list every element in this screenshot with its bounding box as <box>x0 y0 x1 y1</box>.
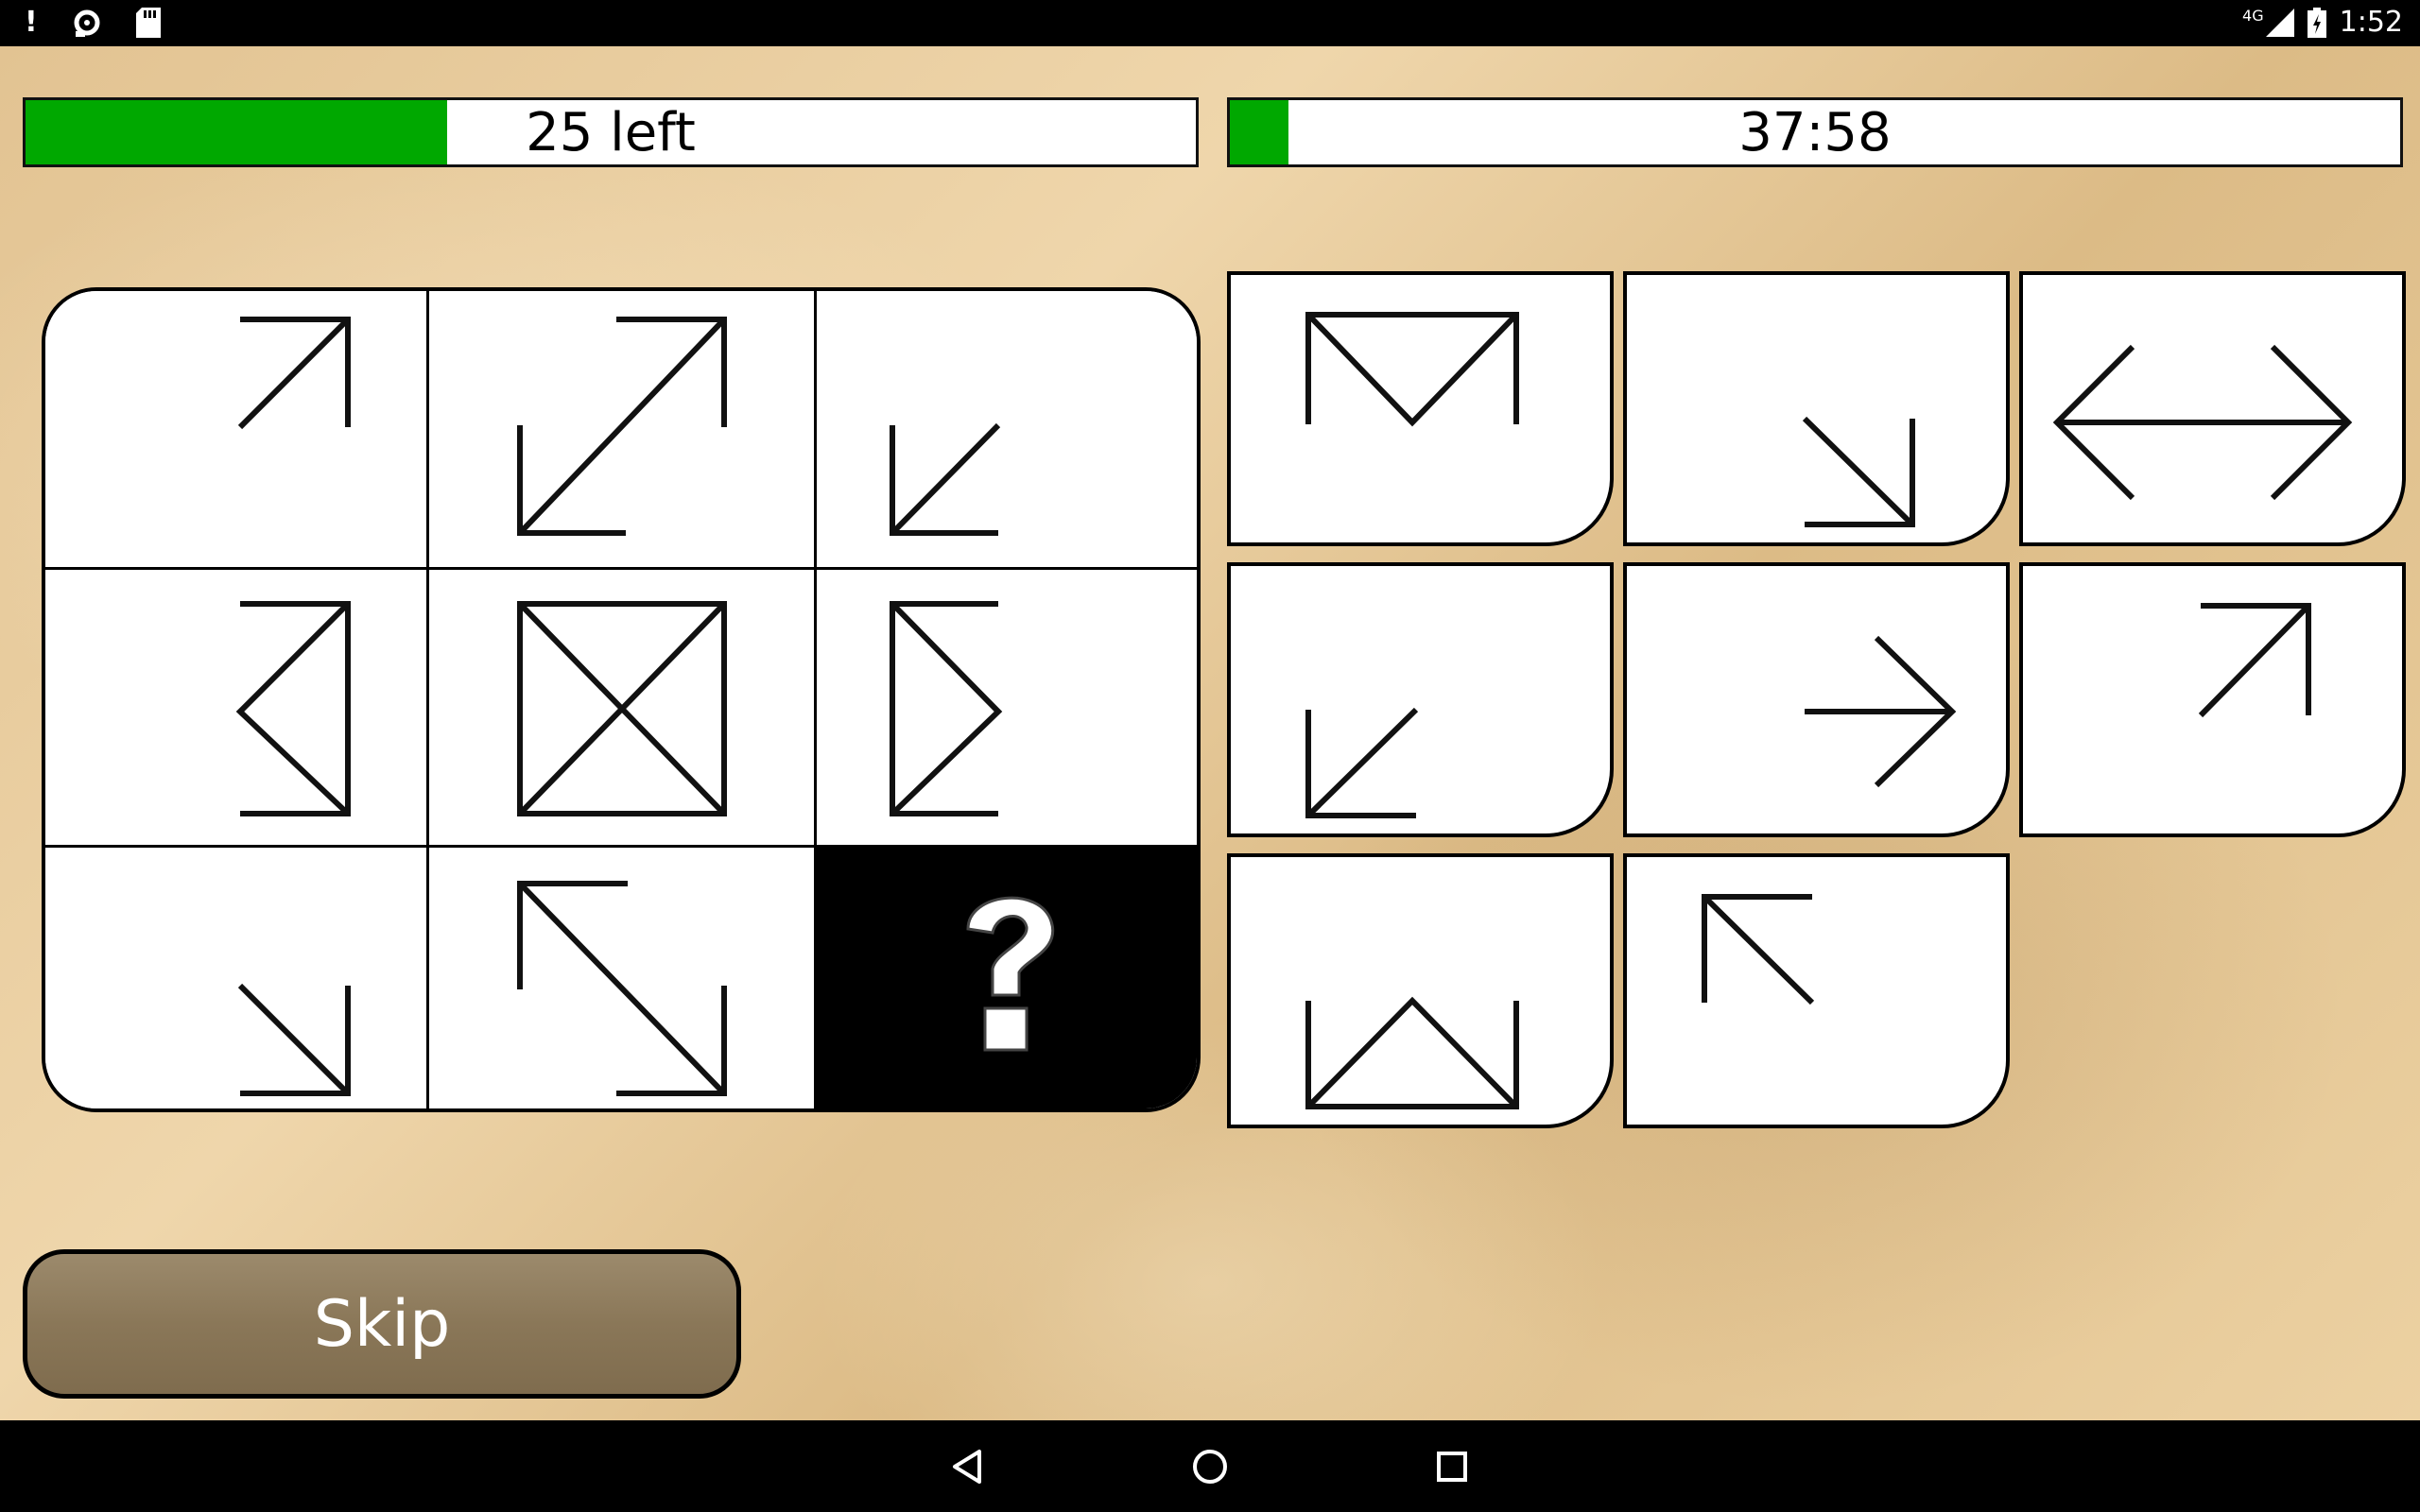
square-x-icon <box>517 601 727 816</box>
back-icon[interactable] <box>911 1420 1025 1512</box>
envelope-m-icon <box>1305 312 1519 427</box>
skip-button[interactable]: Skip <box>23 1249 741 1399</box>
missing-cell <box>817 848 1197 1108</box>
clock: 1:52 <box>2339 6 2403 39</box>
answer-option[interactable] <box>1623 853 2010 1128</box>
puzzle-grid <box>42 287 1201 1112</box>
arrow-down-right-icon <box>1802 416 1915 527</box>
answer-option[interactable] <box>1623 562 2010 837</box>
arrow-down-left-icon <box>890 422 1001 536</box>
answer-option[interactable] <box>2019 271 2406 546</box>
answer-option[interactable] <box>2019 562 2406 837</box>
status-bar: ! 4G 1:52 <box>0 0 2420 46</box>
remaining-progress-bar: 25 left <box>23 97 1199 167</box>
horizontal-double-arrow-icon <box>2052 344 2353 501</box>
arrow-up-left-icon <box>1702 894 1815 1005</box>
network-type: 4G <box>2242 7 2264 25</box>
sd-card-icon <box>135 8 161 38</box>
question-mark-icon <box>966 896 1055 1052</box>
alert-icon: ! <box>25 6 38 39</box>
puzzle-cell <box>45 291 429 570</box>
puzzle-cell <box>429 570 817 848</box>
arrow-up-right-icon <box>2198 603 2311 718</box>
arrow-down-left-icon <box>1305 707 1419 818</box>
timer-text: 37:58 <box>1738 101 1892 163</box>
answer-option[interactable] <box>1227 562 1614 837</box>
answer-option[interactable] <box>1227 271 1614 546</box>
signal-icon <box>2265 8 2294 37</box>
game-board: 25 left 37:58 Skip <box>0 46 2420 1420</box>
puzzle-cell <box>429 848 817 1108</box>
remaining-count: 25 left <box>526 101 696 163</box>
recents-icon[interactable] <box>1395 1420 1509 1512</box>
triangle-left-icon <box>235 601 351 816</box>
battery-icon <box>2307 7 2326 38</box>
puzzle-cell <box>817 291 1197 570</box>
triangle-right-icon <box>890 601 1003 816</box>
navigation-bar <box>0 1420 2420 1512</box>
arrow-right-icon <box>1805 635 1957 788</box>
puzzle-cell <box>429 291 817 570</box>
home-icon[interactable] <box>1153 1420 1267 1512</box>
answer-option[interactable] <box>1227 853 1614 1128</box>
answer-option[interactable] <box>1623 271 2010 546</box>
timer-bar: 37:58 <box>1227 97 2403 167</box>
diagonal-double-arrow-icon <box>517 317 727 536</box>
puzzle-cell <box>817 570 1197 848</box>
envelope-w-icon <box>1305 996 1519 1109</box>
diagonal-double-arrow-icon <box>517 881 727 1096</box>
arrow-down-right-icon <box>237 983 351 1096</box>
sync-icon <box>74 9 100 37</box>
arrow-up-right-icon <box>237 317 351 430</box>
puzzle-cell <box>45 570 429 848</box>
puzzle-cell <box>45 848 429 1108</box>
